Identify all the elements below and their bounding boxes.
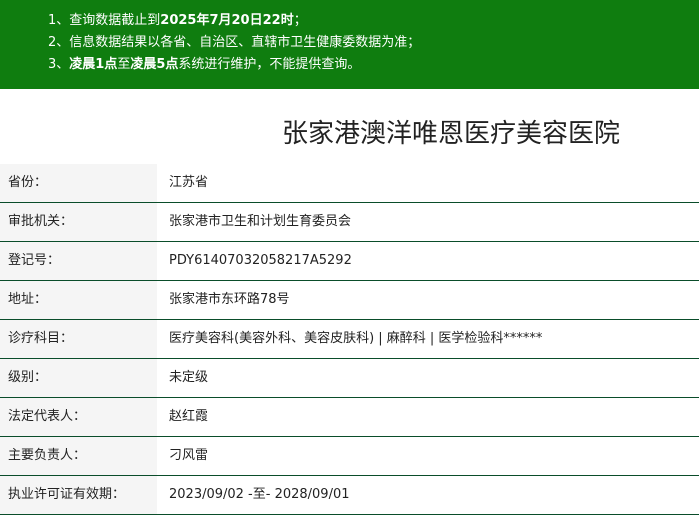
address-label: 地址： — [0, 281, 157, 319]
notice-line-3-prefix: 3、 — [48, 57, 70, 72]
principal-person-value: 刁风雷 — [169, 448, 209, 463]
approval-authority-value: 张家港市卫生和计划生育委员会 — [169, 214, 352, 229]
hospital-name-title: 张家港澳洋唯恩医疗美容医院 — [281, 119, 620, 149]
province-label: 省份： — [0, 164, 157, 202]
notice-line-3-start-time: 凌晨1点 — [69, 57, 118, 72]
info-row-departments: 诊疗科目： 医疗美容科(美容外科、美容皮肤科) | 麻醉科 | 医学检验科***… — [0, 320, 699, 359]
info-row-principal-person: 主要负责人： 刁风雷 — [0, 437, 699, 476]
info-row-registration-number: 登记号： PDY61407032058217A5292 — [0, 242, 699, 281]
notice-line-1-suffix: ； — [293, 13, 307, 28]
principal-person-label: 主要负责人： — [0, 437, 157, 475]
info-row-address: 地址： 张家港市东环路78号 — [0, 281, 699, 320]
departments-value: 医疗美容科(美容外科、美容皮肤科) | 麻醉科 | 医学检验科****** — [169, 331, 543, 346]
notice-line-2: 2、信息数据结果以各省、自治区、直辖市卫生健康委数据为准； — [48, 32, 699, 54]
notice-line-1-prefix: 1、查询数据截止到 — [48, 13, 161, 28]
info-row-level: 级别： 未定级 — [0, 359, 699, 398]
license-validity-label: 执业许可证有效期： — [0, 476, 157, 514]
info-row-approval-authority: 审批机关： 张家港市卫生和计划生育委员会 — [0, 203, 699, 242]
notice-banner: 1、查询数据截止到2025年7月20日22时； 2、信息数据结果以各省、自治区、… — [0, 0, 699, 89]
registration-number-label: 登记号： — [0, 242, 157, 280]
level-value: 未定级 — [169, 370, 209, 385]
notice-line-2-text: 2、信息数据结果以各省、自治区、直辖市卫生健康委数据为准； — [48, 35, 421, 50]
legal-representative-value: 赵红霞 — [169, 409, 209, 424]
departments-label: 诊疗科目： — [0, 320, 157, 358]
notice-line-1-date: 2025年7月20日22时 — [160, 13, 294, 28]
notice-line-3-end-time: 凌晨5点 — [130, 57, 179, 72]
notice-line-3-mid: 至 — [117, 57, 131, 72]
approval-authority-label: 审批机关： — [0, 203, 157, 241]
info-row-province: 省份： 江苏省 — [0, 164, 699, 203]
license-validity-value: 2023/09/02 -至- 2028/09/01 — [169, 487, 350, 502]
info-row-legal-representative: 法定代表人： 赵红霞 — [0, 398, 699, 437]
notice-line-1: 1、查询数据截止到2025年7月20日22时； — [48, 10, 699, 32]
registration-number-value: PDY61407032058217A5292 — [169, 253, 352, 268]
notice-line-3-suffix: 系统进行维护，不能提供查询。 — [178, 57, 361, 72]
info-row-license-validity: 执业许可证有效期： 2023/09/02 -至- 2028/09/01 — [0, 476, 699, 515]
address-value: 张家港市东环路78号 — [169, 292, 290, 307]
level-label: 级别： — [0, 359, 157, 397]
notice-line-3: 3、凌晨1点至凌晨5点系统进行维护，不能提供查询。 — [48, 54, 699, 76]
province-value: 江苏省 — [169, 175, 209, 190]
legal-representative-label: 法定代表人： — [0, 398, 157, 436]
hospital-info-table: 省份： 江苏省 审批机关： 张家港市卫生和计划生育委员会 登记号： PDY614… — [0, 164, 699, 515]
